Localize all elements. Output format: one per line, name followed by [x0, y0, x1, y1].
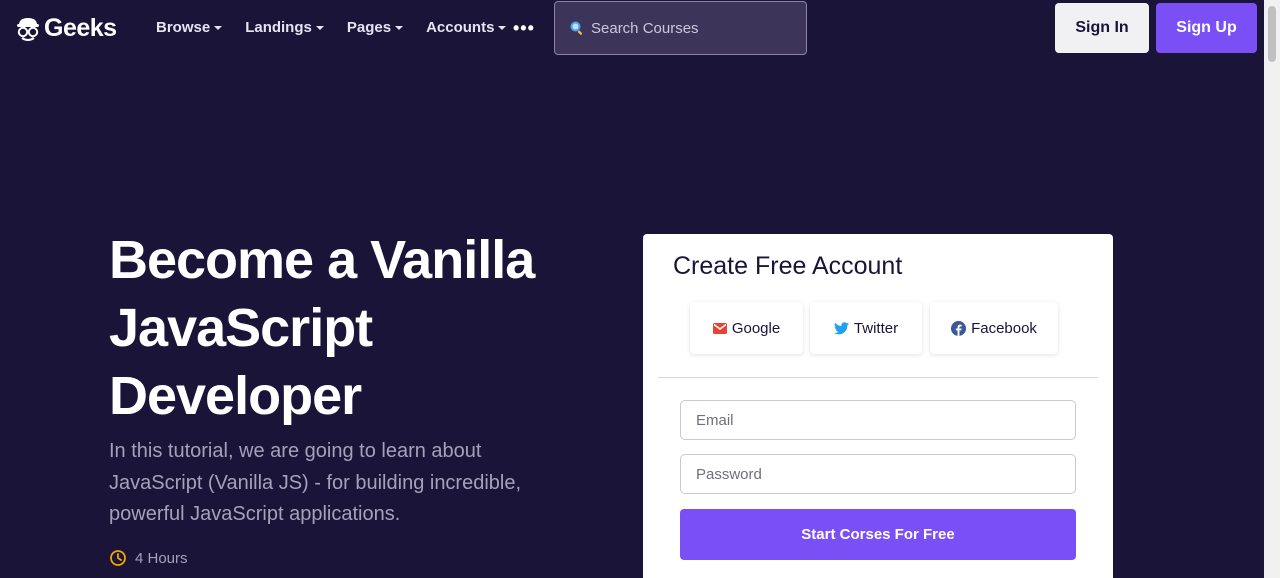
start-courses-button[interactable]: Start Corses For Free: [680, 509, 1076, 560]
google-signup-button[interactable]: Google: [690, 302, 803, 354]
nav-item-label: Landings: [245, 19, 312, 36]
social-label: Facebook: [971, 319, 1037, 337]
nav-menu: Browse Landings Pages Accounts: [156, 19, 529, 36]
social-label: Google: [731, 319, 781, 337]
card-title: Create Free Account: [673, 252, 903, 280]
nav-item-browse[interactable]: Browse: [156, 19, 223, 36]
nav-item-landings[interactable]: Landings: [245, 19, 324, 36]
twitter-signup-button[interactable]: Twitter: [810, 302, 922, 354]
duration-label: 4 Hours: [135, 549, 188, 567]
gmail-icon: [712, 322, 727, 334]
hero-description: In this tutorial, we are going to learn …: [109, 440, 522, 525]
caret-down-icon: [498, 26, 507, 30]
nav-item-label: Browse: [156, 19, 211, 36]
hero-title-line: JavaScript: [109, 298, 373, 358]
top-navbar: Geeks Browse Landings Pages Accounts •••…: [0, 0, 1264, 57]
caret-down-icon: [214, 26, 223, 30]
brand-name: Geeks: [44, 14, 117, 42]
more-menu-icon[interactable]: •••: [513, 19, 535, 37]
facebook-signup-button[interactable]: Facebook: [930, 302, 1058, 354]
clock-icon: [110, 550, 126, 566]
social-label: Twitter: [853, 319, 899, 337]
nav-item-pages[interactable]: Pages: [346, 19, 404, 36]
hero-title: Become a Vanilla JavaScript Developer: [109, 226, 609, 430]
scrollbar-thumb[interactable]: [1268, 6, 1276, 62]
brand-link[interactable]: Geeks: [14, 14, 117, 43]
facebook-icon: [951, 320, 967, 336]
password-field[interactable]: [680, 454, 1076, 494]
caret-down-icon: [395, 26, 404, 30]
page-scrollbar[interactable]: [1264, 0, 1280, 578]
course-duration: 4 Hours: [109, 549, 188, 567]
geek-mascot-icon: [14, 15, 42, 43]
search-input[interactable]: [591, 19, 791, 37]
hero-title-line: Become a Vanilla: [109, 230, 535, 290]
nav-item-accounts[interactable]: Accounts: [426, 19, 507, 36]
search-box[interactable]: [554, 1, 807, 55]
hero-title-line: Developer: [109, 366, 362, 426]
sign-in-button[interactable]: Sign In: [1055, 3, 1149, 53]
twitter-icon: [833, 321, 849, 334]
divider: [658, 377, 1098, 378]
nav-item-label: Pages: [346, 19, 392, 36]
search-icon: [570, 21, 583, 35]
nav-item-label: Accounts: [426, 19, 495, 36]
signup-card: Create Free Account Google Twitter Faceb…: [643, 234, 1113, 578]
email-field[interactable]: [680, 400, 1076, 440]
caret-down-icon: [315, 26, 324, 30]
sign-up-button[interactable]: Sign Up: [1156, 3, 1257, 53]
